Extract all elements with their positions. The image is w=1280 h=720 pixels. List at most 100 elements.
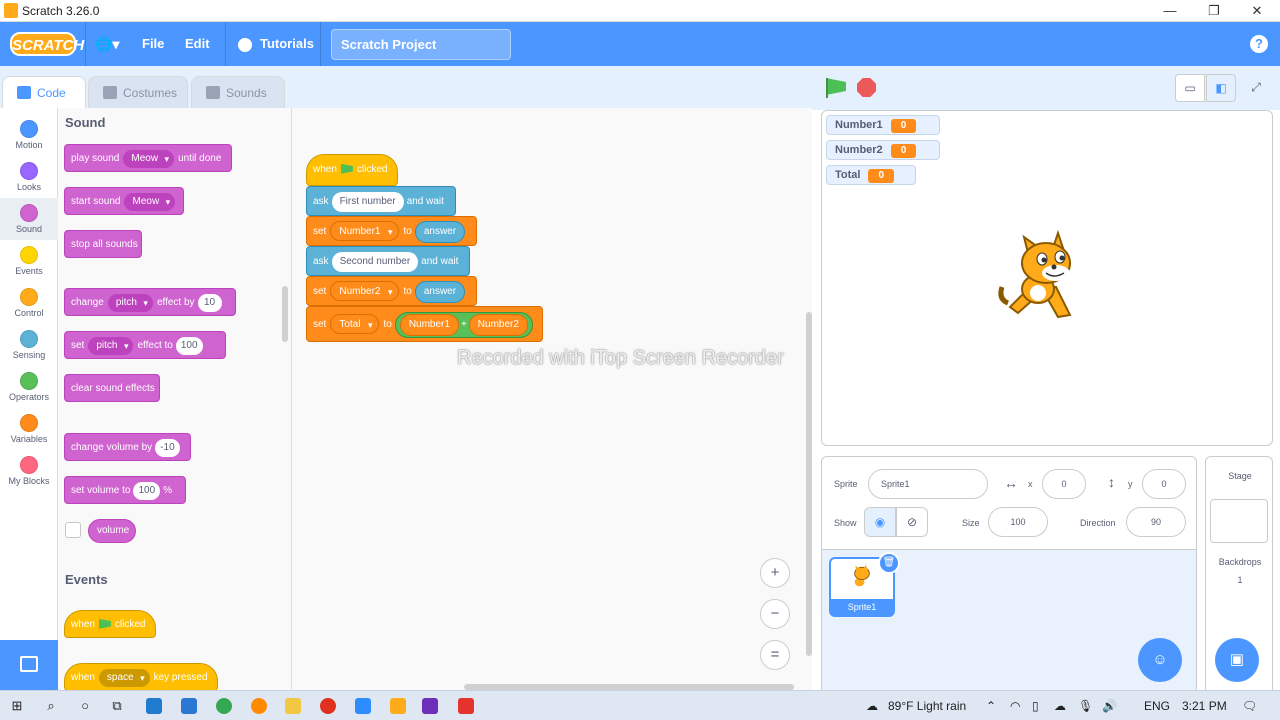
- size-input[interactable]: 100: [988, 507, 1048, 537]
- volume-reporter[interactable]: volume: [88, 519, 136, 543]
- delete-sprite-icon[interactable]: 🗑: [878, 552, 900, 574]
- store-icon[interactable]: [181, 698, 197, 714]
- choose-sprite-button[interactable]: ☺: [1138, 638, 1182, 682]
- firefox-icon[interactable]: [251, 698, 267, 714]
- screen-recorder-icon[interactable]: [458, 698, 474, 714]
- battery-icon[interactable]: ▯: [1032, 699, 1039, 713]
- category-sound[interactable]: Sound: [0, 198, 58, 240]
- start-sound-block[interactable]: start sound Meow: [64, 187, 184, 215]
- clear-sound-effects-block[interactable]: clear sound effects: [64, 374, 160, 402]
- category-sensing[interactable]: Sensing: [0, 324, 58, 366]
- category-events[interactable]: Events: [0, 240, 58, 282]
- small-stage-icon[interactable]: ▭: [1175, 74, 1205, 102]
- edge-icon[interactable]: [146, 698, 162, 714]
- effect-dropdown[interactable]: pitch: [107, 294, 153, 312]
- direction-input[interactable]: 90: [1126, 507, 1186, 537]
- edit-menu[interactable]: Edit: [185, 34, 210, 54]
- script-workspace[interactable]: when clicked ask First number and wait set N…: [292, 108, 812, 690]
- set-volume-block[interactable]: set volume to 100%: [64, 476, 186, 504]
- answer-reporter[interactable]: answer: [414, 281, 466, 303]
- onedrive-icon[interactable]: ☁: [1054, 699, 1066, 713]
- category-control[interactable]: Control: [0, 282, 58, 324]
- zoom-out-button[interactable]: −: [760, 599, 790, 629]
- zoom-in-button[interactable]: +: [760, 558, 790, 588]
- windows-start-icon[interactable]: ⊞: [8, 697, 26, 715]
- cat-sprite[interactable]: [998, 229, 1094, 327]
- y-input[interactable]: 0: [1142, 469, 1186, 499]
- category-looks[interactable]: Looks: [0, 156, 58, 198]
- script-ask-second-number[interactable]: ask Second number and wait: [306, 246, 470, 276]
- language-indicator[interactable]: ENG: [1144, 699, 1170, 713]
- stop-all-sounds-block[interactable]: stop all sounds: [64, 230, 142, 258]
- volume-monitor-checkbox[interactable]: [65, 522, 81, 538]
- category-variables[interactable]: Variables: [0, 408, 58, 450]
- normal-stage-icon[interactable]: ◧: [1206, 74, 1236, 102]
- number-input[interactable]: -10: [155, 439, 180, 457]
- addition-operator[interactable]: Number1 + Number2: [394, 312, 533, 338]
- category-operators[interactable]: Operators: [0, 366, 58, 408]
- number-input[interactable]: 100: [175, 337, 203, 355]
- sound-dropdown[interactable]: Meow: [124, 193, 176, 211]
- weather-icon[interactable]: ☁: [866, 699, 878, 713]
- tray-chevron-icon[interactable]: ⌃: [986, 699, 996, 713]
- number-input[interactable]: 100: [133, 482, 161, 500]
- workspace-vertical-scrollbar[interactable]: [806, 312, 812, 656]
- zoom-reset-button[interactable]: =: [760, 640, 790, 670]
- cortana-icon[interactable]: ○: [76, 697, 94, 715]
- stage-canvas[interactable]: Number1 0 Number2 0 Total 0: [821, 110, 1273, 446]
- tab-code[interactable]: Code: [2, 76, 86, 108]
- category-my-blocks[interactable]: My Blocks: [0, 450, 58, 492]
- text-input[interactable]: Second number: [331, 252, 419, 272]
- tab-sounds[interactable]: Sounds: [191, 76, 285, 108]
- category-motion[interactable]: Motion: [0, 114, 58, 156]
- text-input[interactable]: First number: [331, 192, 404, 212]
- tutorials-menu[interactable]: Tutorials: [260, 34, 314, 54]
- notification-icon[interactable]: 🗨: [1242, 699, 1257, 713]
- stage-thumbnail[interactable]: [1210, 499, 1268, 543]
- sprite-name-input[interactable]: Sprite1: [868, 469, 988, 499]
- hide-eye-icon[interactable]: ⊘: [896, 507, 928, 537]
- answer-reporter[interactable]: answer: [414, 221, 466, 243]
- effect-dropdown[interactable]: pitch: [88, 337, 134, 355]
- show-eye-icon[interactable]: ◉: [864, 507, 896, 537]
- scratch-logo[interactable]: SCRATCH: [10, 32, 84, 56]
- script-when-flag-clicked[interactable]: when clicked: [306, 154, 398, 186]
- palette-scrollbar[interactable]: [282, 286, 288, 342]
- sound-dropdown[interactable]: Meow: [123, 150, 175, 168]
- file-menu[interactable]: File: [142, 34, 164, 54]
- fullscreen-icon[interactable]: ⤢: [1241, 74, 1271, 102]
- microphone-icon[interactable]: 🎙: [1078, 699, 1093, 713]
- minimize-button[interactable]: —: [1150, 2, 1190, 20]
- x-input[interactable]: 0: [1042, 469, 1086, 499]
- scratch-taskbar-icon[interactable]: [390, 698, 406, 714]
- weather-text[interactable]: 89°F Light rain: [888, 699, 966, 713]
- choose-backdrop-button[interactable]: ▣: [1215, 638, 1259, 682]
- opera-icon[interactable]: [320, 698, 336, 714]
- project-title-input[interactable]: Scratch Project: [331, 29, 511, 60]
- number-input[interactable]: 10: [197, 294, 222, 312]
- search-icon[interactable]: ⌕: [42, 697, 60, 715]
- change-volume-block[interactable]: change volume by -10: [64, 433, 191, 461]
- keyboard-icon[interactable]: [1126, 699, 1146, 711]
- script-ask-first-number[interactable]: ask First number and wait: [306, 186, 456, 216]
- script-set-number1[interactable]: setNumber1toanswer: [306, 216, 477, 246]
- set-effect-block[interactable]: setpitcheffect to100: [64, 331, 226, 359]
- script-set-number2[interactable]: setNumber2toanswer: [306, 276, 477, 306]
- change-effect-block[interactable]: changepitcheffect by10: [64, 288, 236, 316]
- script-set-total[interactable]: setTotaltoNumber1+Number2: [306, 306, 543, 342]
- when-key-pressed-block[interactable]: whenspacekey pressed: [64, 663, 218, 690]
- play-sound-until-done-block[interactable]: play soundMeowuntil done: [64, 144, 232, 172]
- when-flag-clicked-block[interactable]: when clicked: [64, 610, 156, 638]
- number2-reporter[interactable]: Number2: [468, 314, 528, 336]
- tab-costumes[interactable]: Costumes: [88, 76, 188, 108]
- file-explorer-icon[interactable]: [285, 698, 301, 714]
- clock[interactable]: 3:21 PM: [1182, 699, 1227, 713]
- close-button[interactable]: ✕: [1237, 2, 1277, 20]
- chrome-icon[interactable]: [216, 698, 232, 714]
- volume-icon[interactable]: 🔊: [1102, 699, 1117, 713]
- variable-dropdown[interactable]: Total: [330, 314, 380, 335]
- key-dropdown[interactable]: space: [98, 669, 150, 687]
- media-player-icon[interactable]: [422, 698, 438, 714]
- language-globe-icon[interactable]: 🌐▾: [95, 34, 119, 54]
- add-extension-button[interactable]: [0, 640, 58, 690]
